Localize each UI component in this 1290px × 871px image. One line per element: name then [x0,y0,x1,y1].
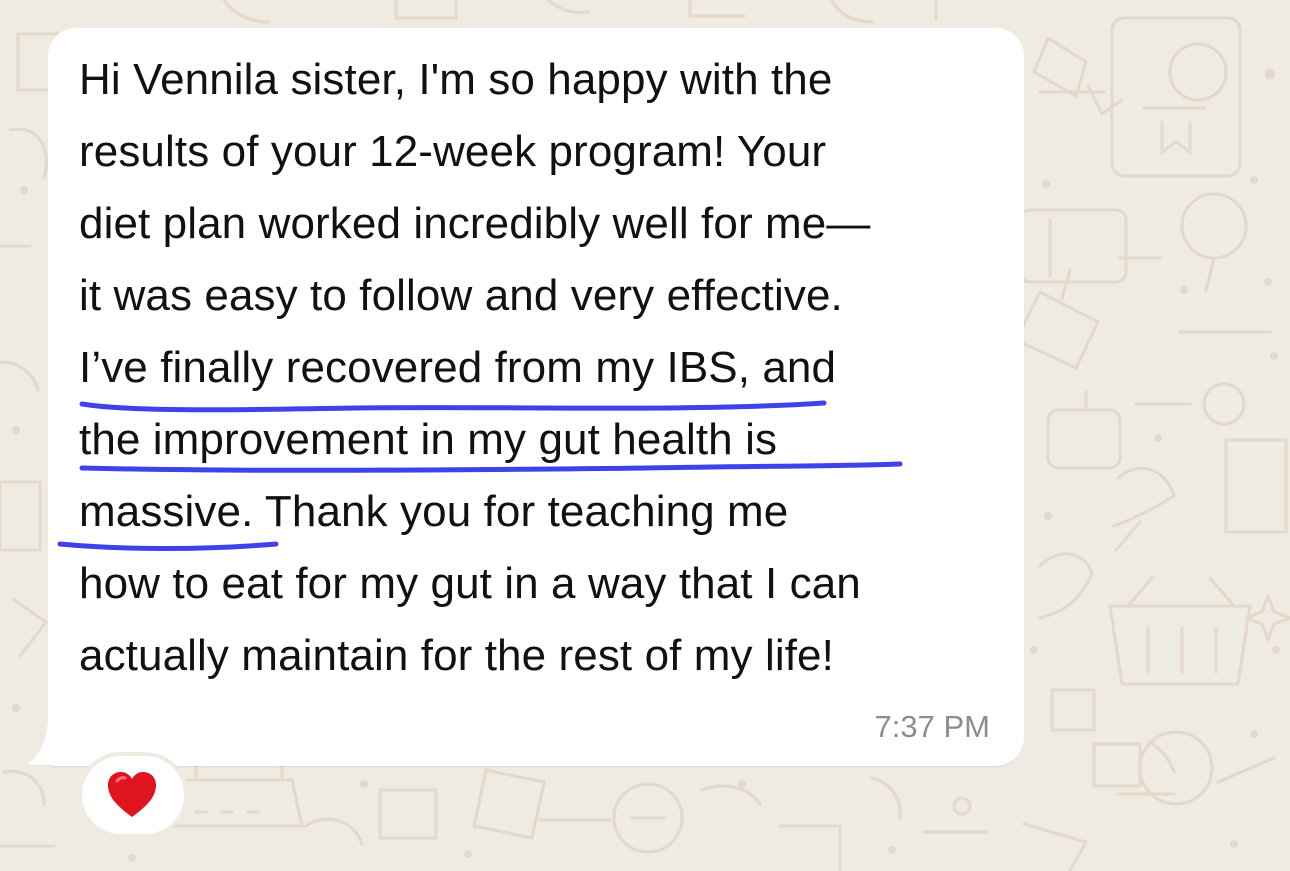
chat-window: Hi Vennila sister, I'm so happy with the… [0,0,1290,871]
message-bubble-tail [28,716,78,765]
message-line: actually maintain for the rest of my lif… [79,631,834,680]
message-line: Hi Vennila sister, I'm so happy with the [79,55,833,104]
message-line: I’ve finally recovered from my IBS, and [79,343,837,392]
heart-icon [108,772,156,817]
reaction-pill[interactable] [82,756,184,834]
message-line: how to eat for my gut in a way that I ca… [79,559,861,608]
message-line: results of your 12-week program! Your [79,127,827,176]
message-line: it was easy to follow and very effective… [79,271,843,320]
message-line: massive. Thank you for teaching me [79,487,789,536]
message-line: the improvement in my gut health is [79,415,778,464]
message-text: Hi Vennila sister, I'm so happy with the… [79,44,1009,692]
message-line: diet plan worked incredibly well for me— [79,199,871,248]
message-timestamp: 7:37 PM [874,709,990,744]
